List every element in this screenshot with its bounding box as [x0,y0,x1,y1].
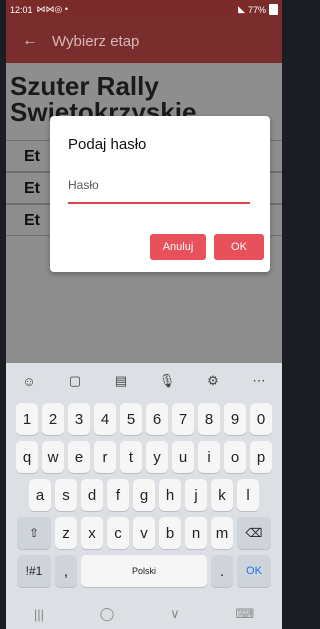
app-bar-title: Wybierz etap [52,32,140,50]
ok-button[interactable]: OK [214,234,264,260]
key[interactable]: o [224,441,246,473]
key[interactable]: f [107,479,129,511]
battery-level: 77% [247,4,266,15]
letter-row-3: ⇧ z x c v b n m ⌫ [6,517,282,549]
number-row: 1 2 3 4 5 6 7 8 9 0 [6,403,282,435]
key[interactable]: 8 [198,403,220,435]
recent-apps-icon[interactable]: ||| [34,607,44,622]
key[interactable]: 7 [172,403,194,435]
key[interactable]: z [55,517,77,549]
key[interactable]: u [172,441,194,473]
dialog-title: Podaj hasło [68,136,147,153]
key[interactable]: p [250,441,272,473]
comma-key[interactable]: , [55,555,77,587]
battery-icon [269,4,278,15]
key[interactable]: q [16,441,38,473]
letter-row-2: a s d f g h j k l [6,479,282,511]
key[interactable]: i [198,441,220,473]
key[interactable]: n [185,517,207,549]
key[interactable]: 5 [120,403,142,435]
soft-keyboard: ☺ ▢ ▤ 🎙 ⚙ ⋯ 1 2 3 4 5 6 7 8 9 0 q w e r … [6,363,282,629]
key[interactable]: a [29,479,51,511]
enter-key[interactable]: OK [237,555,271,587]
back-chevron-icon[interactable]: ∨ [170,606,180,622]
signal-icon: ◣ [238,4,245,14]
key[interactable]: 6 [146,403,168,435]
emoji-icon[interactable]: ☺ [15,374,43,389]
status-time: 12:01 [10,4,33,15]
bottom-key-row: !#1 , Polski . OK [6,555,282,587]
more-icon[interactable]: ⋯ [245,373,273,389]
key[interactable]: c [107,517,129,549]
keyboard-icon[interactable]: ⌨ [235,606,254,622]
key[interactable]: 2 [42,403,64,435]
key[interactable]: y [146,441,168,473]
period-key[interactable]: . [211,555,233,587]
key[interactable]: k [211,479,233,511]
home-icon[interactable]: ◯ [100,606,115,622]
key[interactable]: 0 [250,403,272,435]
key[interactable]: l [237,479,259,511]
clipboard-icon[interactable]: ▢ [61,373,89,389]
key[interactable]: 1 [16,403,38,435]
key[interactable]: j [185,479,207,511]
phone-screen: 12:01 ⋈⋈◎ • ◣ 77% ← Wybierz etap Szuter … [6,0,282,629]
navigation-bar: ||| ◯ ∨ ⌨ [6,599,282,629]
microphone-icon[interactable]: 🎙 [153,373,181,389]
backspace-key[interactable]: ⌫ [237,517,271,549]
keyboard-toolbar: ☺ ▢ ▤ 🎙 ⚙ ⋯ [6,363,282,399]
key[interactable]: 4 [94,403,116,435]
shift-key[interactable]: ⇧ [17,517,51,549]
key[interactable]: g [133,479,155,511]
key[interactable]: m [211,517,233,549]
key[interactable]: w [42,441,64,473]
key[interactable]: t [120,441,142,473]
status-bar: 12:01 ⋈⋈◎ • ◣ 77% [6,0,282,19]
symbols-key[interactable]: !#1 [17,555,51,587]
settings-icon[interactable]: ⚙ [199,373,227,389]
app-bar: ← Wybierz etap [6,19,282,63]
password-input[interactable]: Hasło [68,178,99,192]
back-arrow-icon[interactable]: ← [22,32,52,50]
key[interactable]: b [159,517,181,549]
letter-row-1: q w e r t y u i o p [6,441,282,473]
text-edit-icon[interactable]: ▤ [107,373,135,389]
space-key[interactable]: Polski [81,555,207,587]
key[interactable]: h [159,479,181,511]
key[interactable]: 9 [224,403,246,435]
password-dialog: Podaj hasło Hasło Anuluj OK [50,116,270,272]
key[interactable]: v [133,517,155,549]
key[interactable]: 3 [68,403,90,435]
input-underline [68,202,250,204]
key[interactable]: s [55,479,77,511]
notification-icons: ⋈⋈◎ • [36,4,69,14]
key[interactable]: e [68,441,90,473]
key[interactable]: r [94,441,116,473]
key[interactable]: x [81,517,103,549]
key[interactable]: d [81,479,103,511]
cancel-button[interactable]: Anuluj [150,234,206,260]
